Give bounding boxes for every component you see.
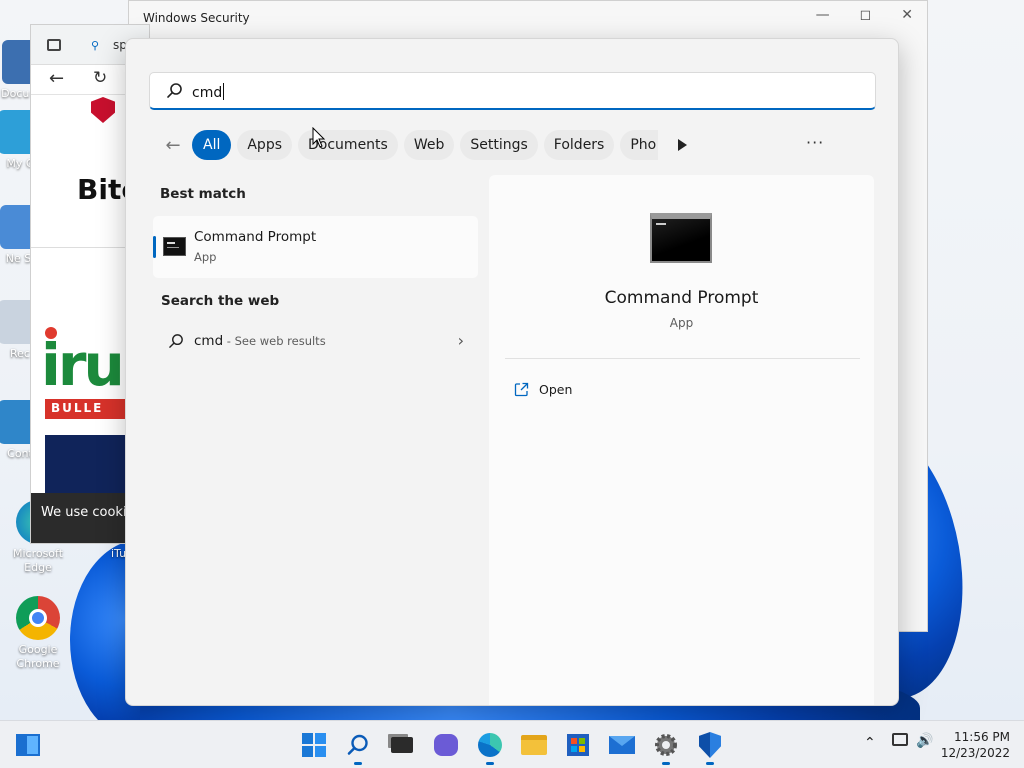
store-icon [567, 734, 589, 756]
shield-icon [699, 732, 721, 758]
search-icon [167, 83, 182, 98]
web-result[interactable]: cmd - See web results › [164, 331, 464, 353]
taskbar: ⌃ 🔊 11:56 PM 12/23/2022 [0, 720, 1024, 768]
maximize-button[interactable]: ◻ [860, 7, 872, 23]
site-search-icon: ⚲ [91, 39, 100, 52]
filter-photos[interactable]: Pho [620, 130, 659, 160]
show-hidden-icons-button[interactable]: ⌃ [864, 735, 876, 751]
refresh-icon[interactable]: ↻ [93, 68, 107, 88]
desktop-icon-chrome[interactable]: Google Chrome [8, 596, 68, 671]
detail-type: App [669, 316, 694, 330]
result-type: App [194, 250, 217, 264]
detail-pane: Command Prompt App Open [489, 175, 874, 705]
command-prompt-large-icon [650, 213, 712, 263]
file-explorer-button[interactable] [519, 730, 549, 760]
result-name: Command Prompt [194, 229, 317, 245]
back-icon[interactable]: ← [49, 68, 64, 89]
open-label: Open [539, 381, 573, 397]
volume-icon[interactable]: 🔊 [916, 733, 933, 749]
mail-icon [609, 736, 635, 754]
widgets-button[interactable] [13, 730, 43, 760]
desktop-icon-label: Microsoft Edge [12, 547, 64, 574]
tab-actions-icon[interactable] [47, 39, 61, 51]
filter-apps[interactable]: Apps [237, 130, 293, 160]
start-search-panel[interactable]: cmd ← All Apps Documents Web Settings Fo… [125, 38, 899, 706]
play-icon [678, 139, 688, 151]
open-action[interactable]: Open [514, 379, 572, 399]
more-options-button[interactable]: ··· [806, 133, 824, 152]
clock-date: 12/23/2022 [940, 746, 1010, 760]
web-query-text: cmd [194, 333, 224, 349]
search-web-heading: Search the web [161, 293, 280, 309]
clock-time: 11:56 PM [954, 730, 1010, 744]
clock[interactable]: 11:56 PM 12/23/2022 [941, 729, 1010, 761]
search-box[interactable]: cmd [149, 72, 876, 110]
best-match-heading: Best match [160, 186, 246, 202]
chat-button[interactable] [431, 730, 461, 760]
folder-icon [521, 735, 547, 755]
search-button[interactable] [343, 730, 373, 765]
command-prompt-icon [163, 237, 186, 256]
chrome-icon [16, 596, 60, 640]
settings-button[interactable] [651, 730, 681, 765]
start-button[interactable] [299, 730, 329, 760]
web-query-suffix: - See web results [223, 334, 326, 348]
widgets-icon [16, 734, 40, 756]
chevron-right-icon: › [457, 331, 464, 350]
network-icon[interactable] [892, 733, 908, 746]
filter-settings[interactable]: Settings [460, 130, 538, 160]
filter-bar: ← All Apps Documents Web Settings Folder… [158, 128, 694, 162]
windows-logo-icon [302, 733, 326, 757]
selection-indicator [153, 236, 156, 258]
search-icon [347, 734, 368, 755]
best-match-result[interactable]: Command Prompt App [153, 216, 478, 278]
mcafee-logo-icon [91, 97, 115, 123]
store-button[interactable] [563, 730, 593, 760]
open-external-icon [514, 382, 529, 396]
search-query: cmd [192, 85, 223, 101]
edge-icon [478, 733, 502, 757]
task-view-icon [391, 737, 413, 753]
ad-text: iru [41, 331, 125, 399]
windows-security-button[interactable] [695, 730, 725, 765]
text-caret [223, 83, 225, 100]
desktop-icon-label: Rec [10, 347, 30, 360]
minimize-button[interactable]: — [816, 7, 830, 23]
filter-folders[interactable]: Folders [543, 130, 615, 160]
search-icon [169, 334, 183, 348]
window-title: Windows Security [143, 11, 250, 25]
edge-taskbar-button[interactable] [475, 730, 505, 765]
chat-icon [434, 734, 458, 756]
search-input[interactable]: cmd [192, 83, 225, 101]
back-arrow-icon[interactable]: ← [158, 130, 188, 160]
detail-name: Command Prompt [604, 288, 759, 308]
close-button[interactable]: ✕ [901, 7, 913, 23]
desktop-icon-label: Cont [7, 447, 33, 460]
window-controls: — ◻ ✕ [816, 7, 913, 23]
mouse-cursor-icon [312, 127, 326, 148]
gear-icon [655, 734, 677, 756]
filter-all[interactable]: All [192, 130, 232, 160]
task-view-button[interactable] [387, 730, 417, 760]
desktop-icon-label: Google Chrome [16, 643, 60, 670]
web-query: cmd - See web results [194, 333, 326, 349]
scroll-filters-icon[interactable] [670, 130, 694, 160]
filter-web[interactable]: Web [403, 130, 455, 160]
detail-divider [505, 358, 860, 359]
mail-button[interactable] [607, 730, 637, 760]
